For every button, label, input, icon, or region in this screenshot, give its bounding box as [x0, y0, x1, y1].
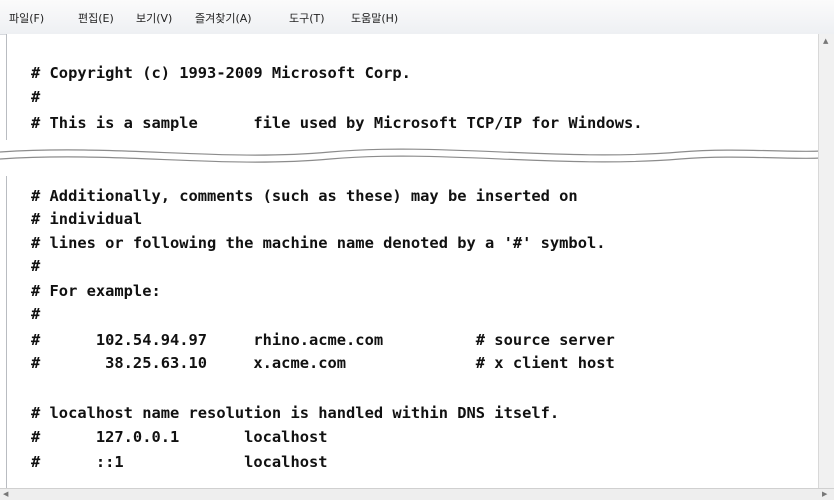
page-break-tear [0, 140, 834, 176]
code-line: # 127.0.0.1 localhost [31, 428, 328, 446]
menu-view[interactable]: 보기(V) [136, 10, 172, 26]
menu-file[interactable]: 파일(F) [9, 10, 44, 26]
scroll-right-icon[interactable]: ▶ [822, 489, 827, 499]
code-line: # [31, 257, 41, 275]
code-line: # individual [31, 210, 143, 228]
code-line: # Copyright (c) 1993-2009 Microsoft Corp… [31, 64, 411, 82]
text-editor-area[interactable]: # Copyright (c) 1993-2009 Microsoft Corp… [6, 34, 819, 492]
code-line: # localhost name resolution is handled w… [31, 404, 560, 422]
code-line: # [31, 305, 41, 323]
menu-help[interactable]: 도움말(H) [351, 10, 398, 26]
vertical-scrollbar[interactable]: ▲ [818, 34, 834, 492]
tear-wave [0, 148, 834, 163]
code-line: # 102.54.94.97 rhino.acme.com # source s… [31, 331, 615, 349]
notepad-window: 파일(F) 편집(E) 보기(V) 즐겨찾기(A) 도구(T) 도움말(H) #… [0, 0, 834, 500]
code-line: # [31, 88, 41, 106]
code-line: # Additionally, comments (such as these)… [31, 187, 578, 205]
code-line: # ::1 localhost [31, 453, 328, 471]
scroll-up-icon[interactable]: ▲ [823, 36, 828, 46]
code-line: # This is a sample file used by Microsof… [31, 114, 643, 132]
code-line: # For example: [31, 282, 161, 300]
menu-tools[interactable]: 도구(T) [289, 10, 325, 26]
horizontal-scrollbar[interactable]: ◀ ▶ [0, 488, 834, 500]
code-line: # 38.25.63.10 x.acme.com # x client host [31, 354, 615, 372]
code-line: # lines or following the machine name de… [31, 234, 606, 252]
menu-edit[interactable]: 편집(E) [78, 10, 114, 26]
menu-favorites[interactable]: 즐겨찾기(A) [195, 10, 252, 26]
menu-bar: 파일(F) 편집(E) 보기(V) 즐겨찾기(A) 도구(T) 도움말(H) [0, 0, 834, 35]
scroll-left-icon[interactable]: ◀ [3, 489, 8, 499]
